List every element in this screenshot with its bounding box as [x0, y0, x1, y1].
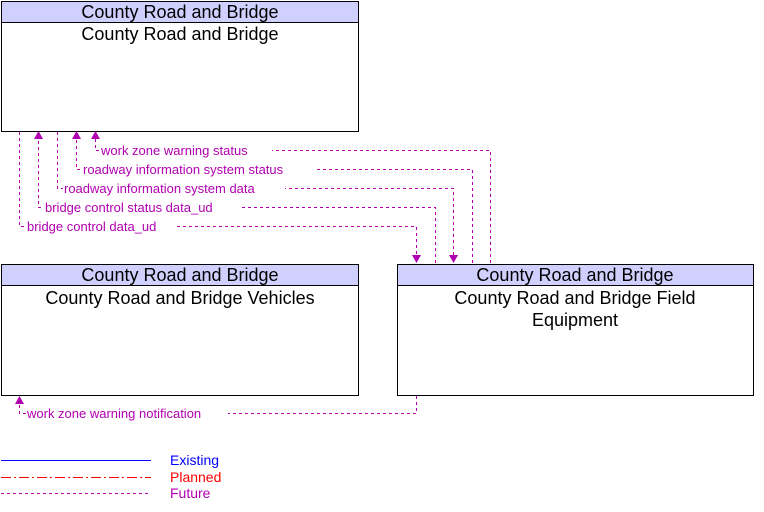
- legend-future-label: Future: [170, 485, 211, 501]
- box-county-road-and-bridge-vehicles[interactable]: County Road and Bridge County Road and B…: [1, 264, 359, 396]
- flow-label: roadway information system data: [64, 181, 256, 196]
- flow-work-zone-warning-notification[interactable]: work zone warning notification: [15, 396, 417, 421]
- arrow-up-icon: [91, 131, 100, 139]
- flow-label: work zone warning status: [100, 143, 248, 158]
- box-county-road-and-bridge[interactable]: County Road and Bridge County Road and B…: [1, 1, 359, 132]
- box-title: County Road and Bridge Vehicles: [45, 288, 314, 308]
- legend: Existing Planned Future: [1, 452, 221, 501]
- arrow-up-icon: [15, 396, 24, 404]
- architecture-diagram: County Road and Bridge County Road and B…: [1, 1, 754, 501]
- flow-work-zone-warning-status[interactable]: work zone warning status: [91, 131, 491, 263]
- legend-existing-label: Existing: [170, 452, 219, 468]
- flow-label: bridge control status data_ud: [45, 200, 213, 215]
- box-title: County Road and Bridge: [81, 24, 278, 44]
- arrow-up-icon: [72, 131, 81, 139]
- box-title-line2: Equipment: [532, 310, 618, 330]
- flow-label: roadway information system status: [83, 162, 284, 177]
- arrow-up-icon: [34, 131, 43, 139]
- flow-label: work zone warning notification: [26, 406, 201, 421]
- box-county-road-and-bridge-field-equipment[interactable]: County Road and Bridge County Road and B…: [397, 264, 754, 396]
- arrow-down-icon: [449, 255, 458, 263]
- box-title-line1: County Road and Bridge Field: [454, 288, 695, 308]
- box-header: County Road and Bridge: [81, 265, 278, 285]
- flow-label: bridge control data_ud: [27, 219, 156, 234]
- legend-planned-label: Planned: [170, 469, 221, 485]
- arrow-down-icon: [412, 255, 421, 263]
- box-header: County Road and Bridge: [476, 265, 673, 285]
- box-header: County Road and Bridge: [81, 2, 278, 22]
